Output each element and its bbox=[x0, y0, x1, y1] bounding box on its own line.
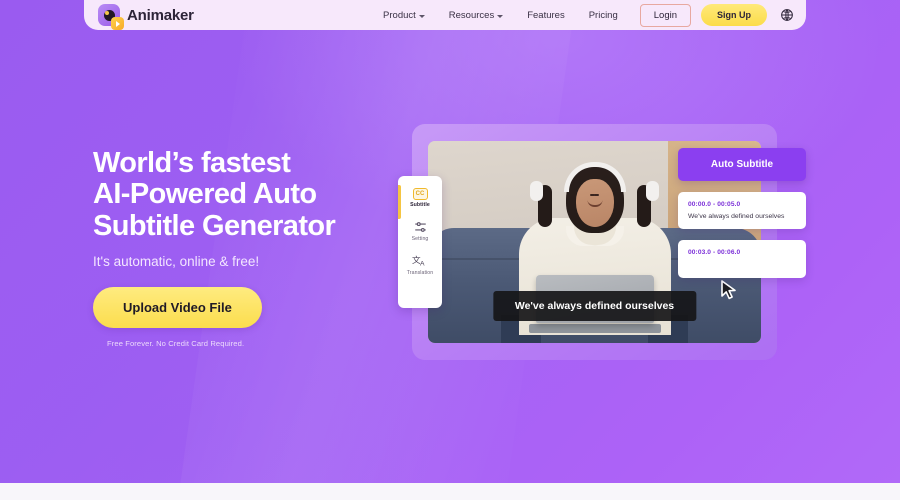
auto-subtitle-panel: Auto Subtitle 00:00.0 - 00:05.0 We've al… bbox=[678, 148, 806, 278]
svg-text:A: A bbox=[420, 260, 425, 267]
rail-item-setting[interactable]: Setting bbox=[398, 215, 442, 249]
subtitle-text[interactable]: We've always defined ourselves bbox=[688, 213, 796, 220]
photo-laptop-base bbox=[528, 323, 661, 333]
subtitle-card[interactable]: 00:03.0 - 00:06.0 bbox=[678, 240, 806, 278]
cc-icon: CC bbox=[412, 188, 428, 200]
subtitle-card[interactable]: 00:00.0 - 00:05.0 We've always defined o… bbox=[678, 192, 806, 229]
hero-copy: World’s fastest AI-Powered Auto Subtitle… bbox=[93, 147, 403, 348]
rail-item-subtitle[interactable]: CC Subtitle bbox=[398, 183, 442, 219]
page-title: World’s fastest AI-Powered Auto Subtitle… bbox=[93, 147, 403, 242]
sliders-icon bbox=[414, 222, 426, 232]
hero-fineprint: Free Forever. No Credit Card Required. bbox=[107, 338, 245, 348]
auto-subtitle-title: Auto Subtitle bbox=[678, 148, 806, 181]
video-caption-overlay: We've always defined ourselves bbox=[492, 291, 697, 321]
nav-item-features-label: Features bbox=[527, 9, 565, 21]
rail-item-setting-label: Setting bbox=[411, 236, 429, 242]
chevron-down-icon bbox=[497, 14, 504, 18]
photo-eye-right bbox=[594, 194, 600, 197]
hero-subheadline: It's automatic, online & free! bbox=[93, 253, 260, 269]
nav-item-features[interactable]: Features bbox=[515, 10, 577, 21]
nav-item-pricing[interactable]: Pricing bbox=[577, 10, 630, 21]
nav-item-product-label: Product bbox=[383, 9, 416, 21]
globe-icon[interactable] bbox=[779, 8, 794, 23]
rail-item-translation-label: Translation bbox=[406, 270, 434, 276]
login-button[interactable]: Login bbox=[639, 3, 691, 27]
chevron-down-icon bbox=[418, 14, 425, 18]
brand-name: Animaker bbox=[127, 6, 194, 24]
editor-tool-rail: CC Subtitle Setting 文 A Translation bbox=[398, 176, 442, 308]
nav-item-pricing-label: Pricing bbox=[588, 9, 618, 21]
nav-item-product[interactable]: Product bbox=[371, 10, 437, 21]
photo-headphone-cup-right bbox=[646, 181, 660, 202]
brand-logo[interactable]: Animaker bbox=[98, 4, 194, 30]
site-header: Animaker Product Resources Features Pric… bbox=[84, 0, 806, 30]
rail-item-subtitle-label: Subtitle bbox=[410, 202, 430, 208]
product-screenshot-mockup: We've always defined ourselves CC Subtit… bbox=[398, 124, 806, 360]
subtitle-timecode: 00:03.0 - 00:06.0 bbox=[688, 249, 741, 256]
subtitle-timecode: 00:00.0 - 00:05.0 bbox=[688, 201, 741, 208]
main-navigation: Product Resources Features Pricing Login… bbox=[371, 3, 794, 27]
headline-line-1: World’s fastest bbox=[93, 147, 291, 179]
arrow-cursor-icon bbox=[719, 279, 739, 301]
photo-headphone-cup-left bbox=[529, 181, 543, 202]
page-content-below-hero bbox=[0, 483, 900, 500]
headline-line-2: AI-Powered Auto bbox=[93, 178, 317, 211]
upload-video-file-button[interactable]: Upload Video File bbox=[93, 286, 262, 328]
animaker-logo-icon bbox=[98, 4, 124, 30]
photo-smile bbox=[587, 200, 602, 207]
signup-button[interactable]: Sign Up bbox=[701, 4, 767, 26]
translate-icon: 文 A bbox=[412, 254, 425, 267]
headline-line-3: Subtitle Generator bbox=[93, 209, 336, 242]
nav-item-resources-label: Resources bbox=[448, 9, 495, 21]
rail-item-translation[interactable]: 文 A Translation bbox=[398, 249, 442, 283]
nav-item-resources[interactable]: Resources bbox=[437, 10, 515, 21]
play-badge-icon bbox=[111, 17, 124, 30]
